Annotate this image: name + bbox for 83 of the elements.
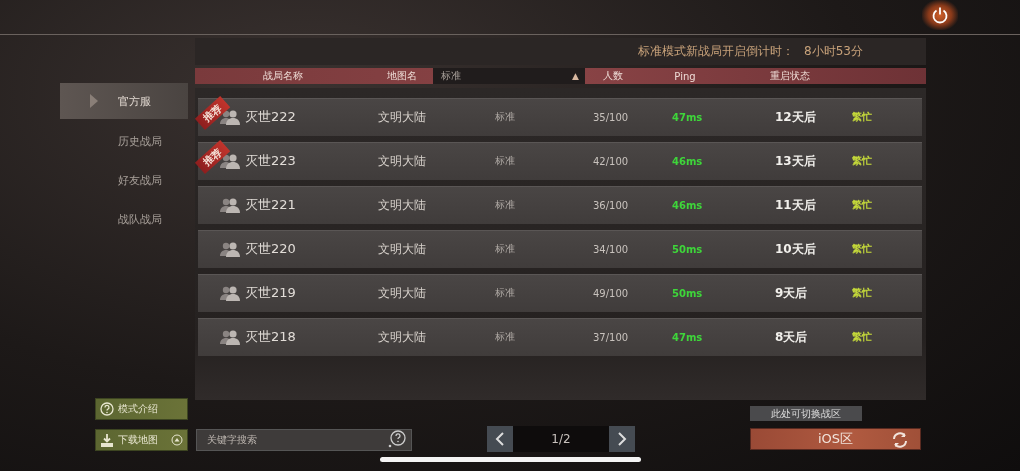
page-indicator: 1/2 — [513, 426, 609, 452]
mode-intro-button[interactable]: 模式介绍 — [95, 398, 188, 420]
countdown-value: 8小时53分 — [804, 43, 863, 60]
server-row[interactable]: 灭世221 文明大陆 标准 36/100 46ms 11天后 繁忙 — [198, 186, 922, 224]
server-row[interactable]: 灭世220 文明大陆 标准 34/100 50ms 10天后 繁忙 — [198, 230, 922, 268]
column-header: 战局名称 — [261, 69, 304, 83]
status-text: 繁忙 — [852, 242, 873, 256]
server-row[interactable]: 灭世218 文明大陆 标准 37/100 47ms 8天后 繁忙 — [198, 318, 922, 356]
mode-text: 标准 — [495, 286, 516, 300]
search-field[interactable]: 关键字搜索 — [196, 428, 412, 451]
chevron-left-icon — [495, 432, 505, 446]
map-name: 文明大陆 — [378, 108, 427, 126]
swap-icon — [892, 432, 908, 448]
status-text: 繁忙 — [852, 110, 873, 124]
ping-value: 50ms — [672, 243, 704, 255]
status-text: 繁忙 — [852, 198, 873, 212]
server-row[interactable]: 推荐 灭世223 文明大陆 标准 42/100 46ms 13天后 繁忙 — [198, 142, 922, 180]
previous-page-button[interactable] — [487, 426, 513, 452]
player-count: 49/100 — [593, 287, 630, 299]
column-header: 重启状态 — [769, 69, 811, 83]
player-count: 37/100 — [593, 331, 630, 343]
column-header: 人数 — [601, 69, 624, 83]
server-row[interactable]: 灭世219 文明大陆 标准 49/100 50ms 9天后 繁忙 — [198, 274, 922, 312]
restart-time: 13天后 — [775, 152, 817, 170]
people-icon — [219, 329, 241, 345]
mode-text: 标准 — [495, 110, 516, 124]
restart-time: 11天后 — [775, 196, 817, 214]
caret-icon — [90, 94, 98, 108]
ping-value: 47ms — [672, 111, 704, 123]
help-icon[interactable] — [388, 430, 406, 448]
ping-value: 47ms — [672, 331, 704, 343]
power-button[interactable] — [922, 0, 958, 30]
map-name: 文明大陆 — [378, 152, 427, 170]
mode-text: 标准 — [495, 198, 516, 212]
download-icon — [100, 433, 114, 447]
column-header: Ping — [673, 70, 697, 82]
server-name: 灭世221 — [245, 196, 297, 214]
status-text: 繁忙 — [852, 286, 873, 300]
server-name: 灭世218 — [245, 328, 297, 346]
status-text: 繁忙 — [852, 330, 873, 344]
restart-time: 9天后 — [775, 284, 809, 302]
people-icon — [219, 109, 241, 125]
people-icon — [219, 153, 241, 169]
server-name: 灭世223 — [245, 152, 297, 170]
help-icon — [100, 402, 114, 416]
map-name: 文明大陆 — [378, 284, 427, 302]
status-text: 繁忙 — [852, 154, 873, 168]
server-name: 灭世219 — [245, 284, 297, 302]
mode-filter-dropdown[interactable]: 标准 ▲ — [433, 68, 585, 84]
map-name: 文明大陆 — [378, 328, 427, 346]
next-page-button[interactable] — [609, 426, 635, 452]
sidebar-item[interactable]: 战队战局 — [60, 201, 188, 237]
power-icon — [931, 6, 949, 24]
map-name: 文明大陆 — [378, 240, 427, 258]
server-row[interactable]: 推荐 灭世222 文明大陆 标准 35/100 47ms 12天后 繁忙 — [198, 98, 922, 136]
player-count: 42/100 — [593, 155, 630, 167]
ping-value: 50ms — [672, 287, 704, 299]
map-name: 文明大陆 — [378, 196, 427, 214]
sidebar-item[interactable]: 好友战局 — [60, 162, 188, 198]
player-count: 34/100 — [593, 243, 630, 255]
column-header: 地图名 — [385, 69, 418, 83]
player-count: 36/100 — [593, 199, 630, 211]
people-icon — [219, 197, 241, 213]
mode-text: 标准 — [495, 242, 516, 256]
server-name: 灭世220 — [245, 240, 297, 258]
download-map-button[interactable]: 下载地图 — [95, 429, 188, 451]
server-name: 灭世222 — [245, 108, 297, 126]
people-icon — [219, 241, 241, 257]
chevron-right-icon — [617, 432, 627, 446]
sidebar-item[interactable]: 官方服 — [60, 83, 188, 119]
ping-value: 46ms — [672, 199, 704, 211]
countdown-label: 标准模式新战局开启倒计时： — [638, 43, 795, 60]
ping-value: 46ms — [672, 155, 704, 167]
sidebar-item[interactable]: 历史战局 — [60, 123, 188, 159]
tooltip: 此处可切换战区 — [750, 406, 862, 421]
region-switch-button[interactable]: iOS区 — [750, 428, 921, 450]
mode-text: 标准 — [495, 330, 516, 344]
restart-time: 12天后 — [775, 108, 817, 126]
mode-text: 标准 — [495, 154, 516, 168]
player-count: 35/100 — [593, 111, 630, 123]
people-icon — [219, 285, 241, 301]
restart-time: 8天后 — [775, 328, 809, 346]
restart-time: 10天后 — [775, 240, 817, 258]
